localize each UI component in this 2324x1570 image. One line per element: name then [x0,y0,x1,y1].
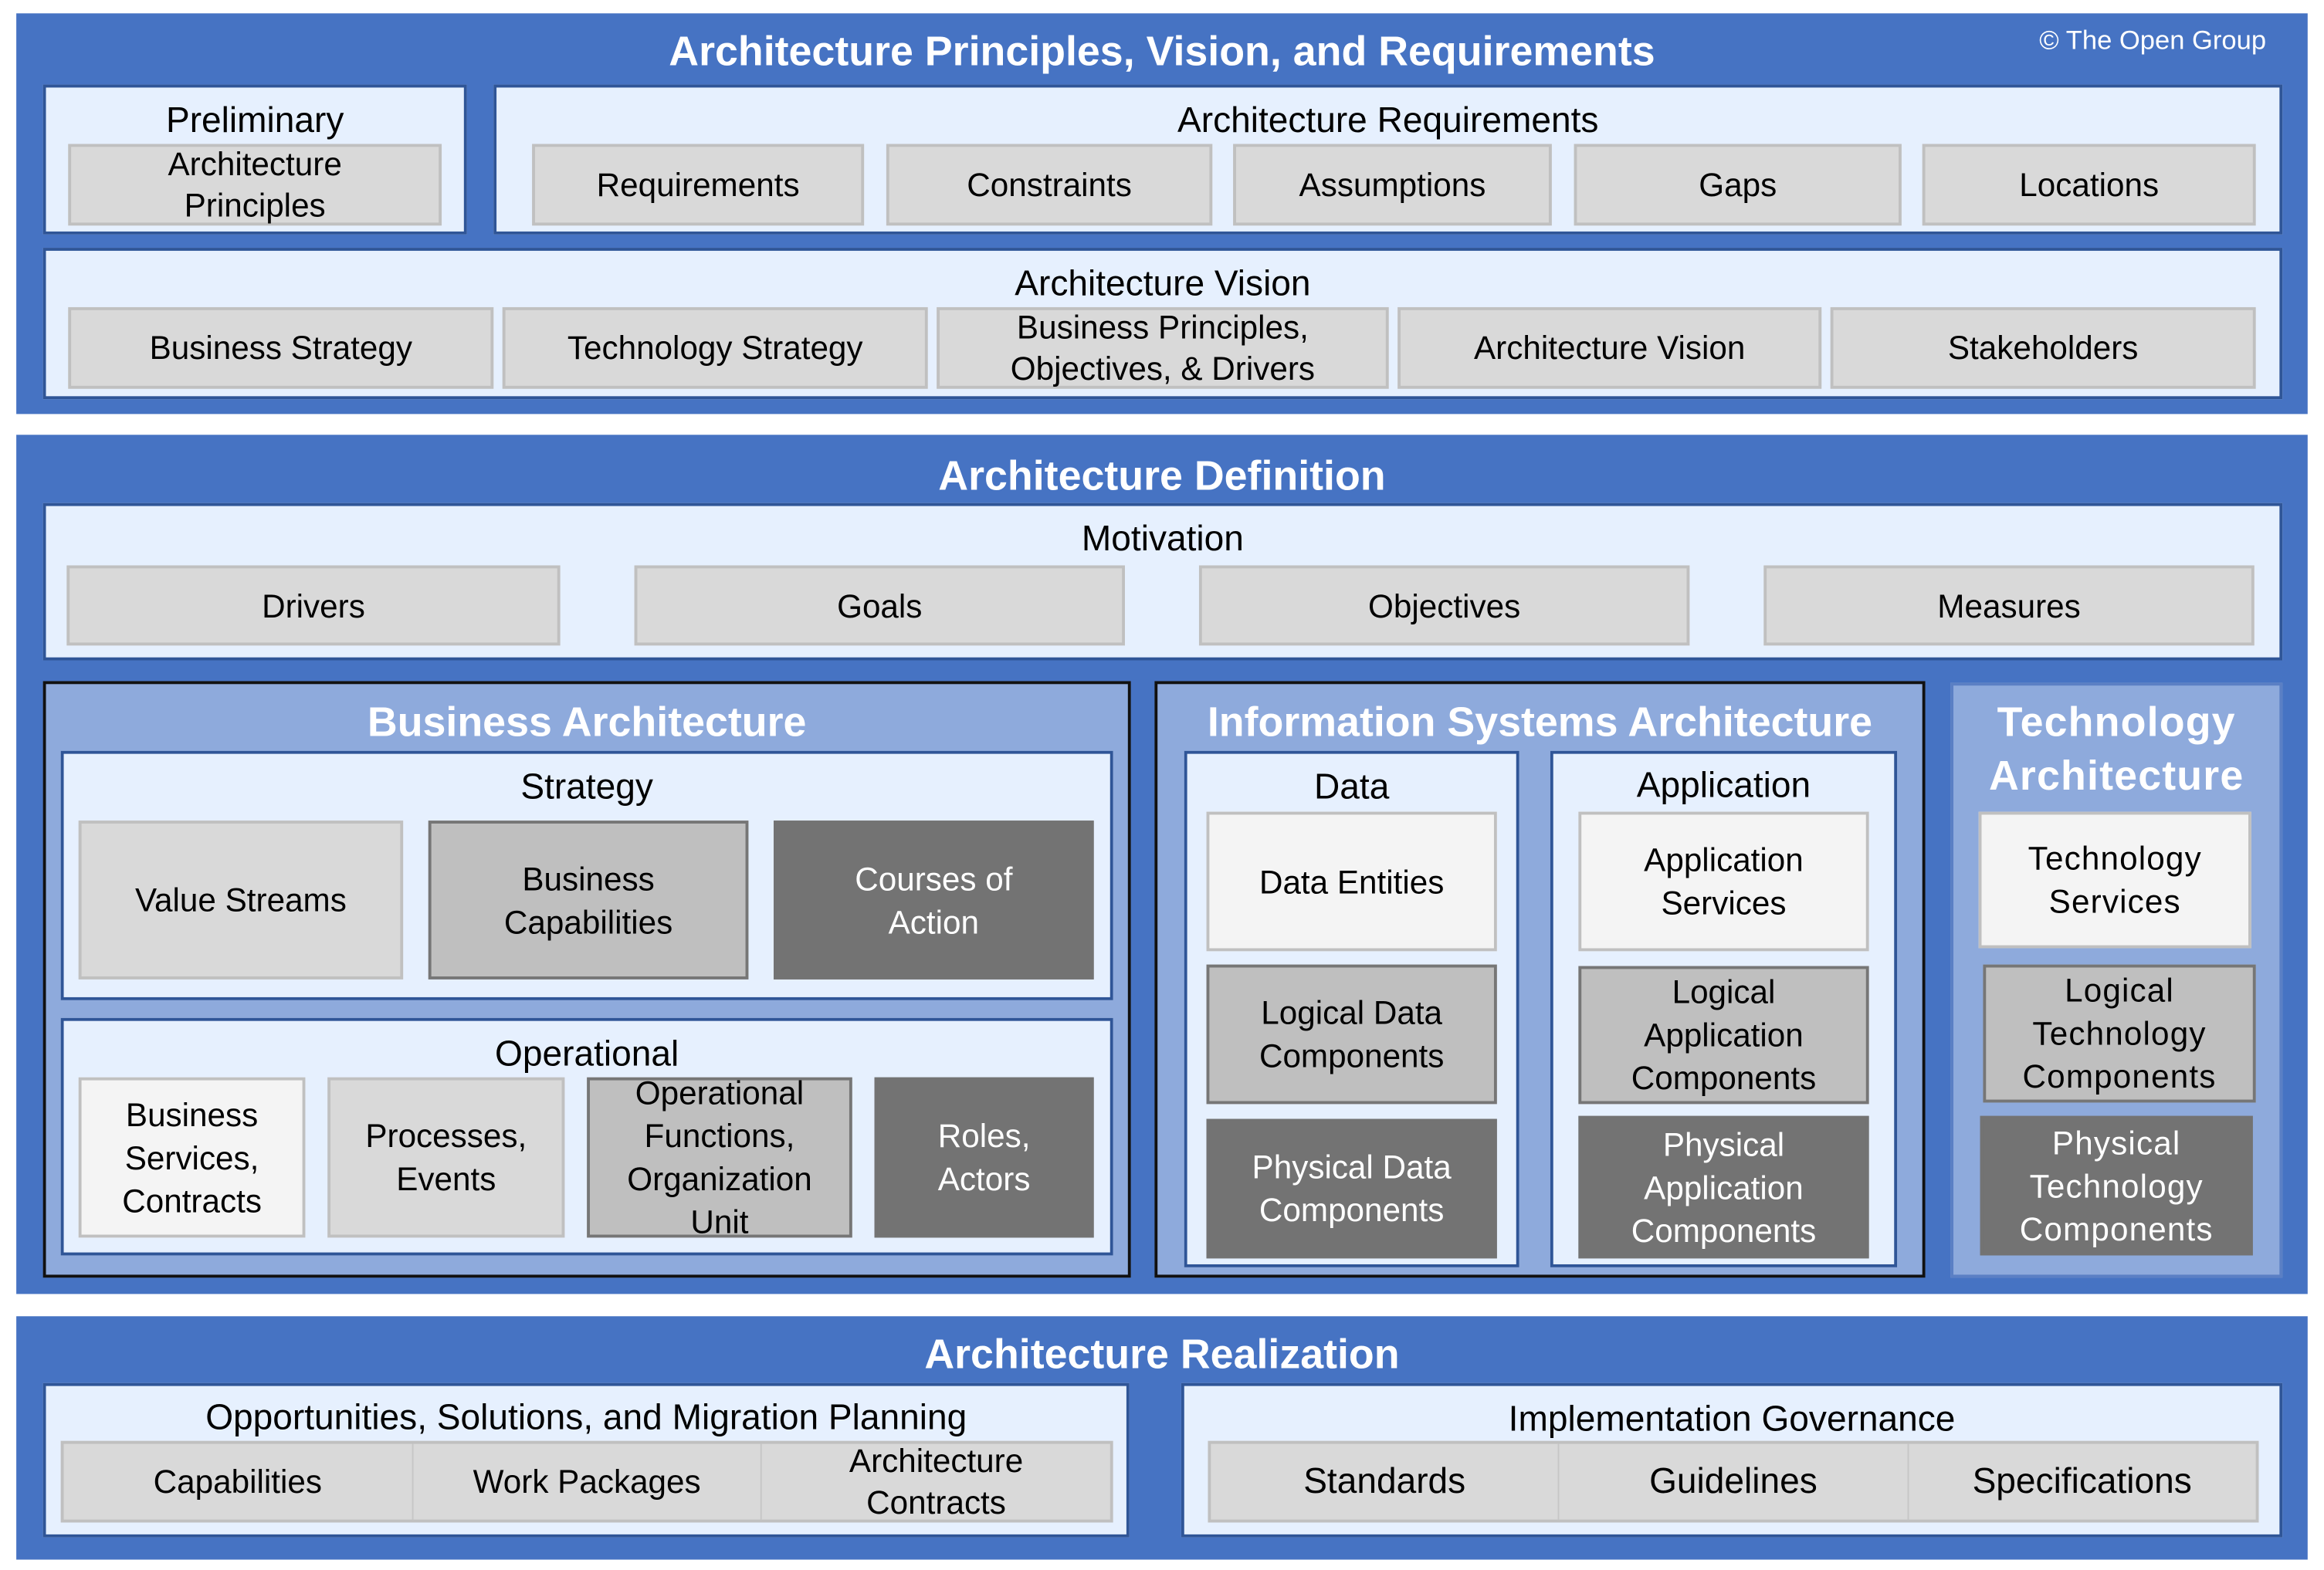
panel-label: Data [1313,766,1390,807]
panel-label: Opportunities, Solutions, and Migration … [205,1397,967,1438]
panel-information-systems-architecture: Information Systems Architecture Data Da… [1154,681,1926,1278]
box-assumptions: Assumptions [1233,144,1552,226]
box-courses-of-action: Courses of Action [774,821,1094,980]
box-architecture-vision: Architecture Vision [1397,306,1822,389]
panel-data: Data Data Entities Logical Data Componen… [1184,750,1519,1267]
box-physical-data-components: Physical Data Components [1206,1118,1497,1259]
box-technology-strategy: Technology Strategy [502,306,928,389]
box-logical-technology-components: Logical Technology Components [1983,964,2256,1103]
panel-operational: Operational Business Services, Contracts… [60,1017,1113,1256]
box-constraints: Constraints [886,144,1213,226]
box-logical-application-components: Logical Application Components [1578,966,1869,1105]
togaf-content-framework-diagram: Architecture Principles, Vision, and Req… [0,0,2324,1570]
panel-label: Strategy [520,766,653,807]
section-title: Architecture Definition [938,452,1386,499]
box-business-strategy: Business Strategy [68,306,494,389]
subarch-title: Information Systems Architecture [1207,699,1873,746]
panel-label: Implementation Governance [1508,1399,1956,1440]
panel-strategy: Strategy Value Streams Business Capabili… [60,750,1113,1000]
opportunities-items-row: Capabilities Work Packages Architecture … [60,1440,1113,1523]
section-architecture-realization: Architecture Realization Opportunities, … [16,1316,2308,1560]
panel-label: Preliminary [165,100,344,141]
panel-motivation: Motivation Drivers Goals Objectives Meas… [42,502,2283,661]
copyright-notice: © The Open Group [2039,25,2267,56]
panel-technology-architecture: Technology Architecture Technology Servi… [1950,682,2283,1278]
panel-architecture-vision: Architecture Vision Business Strategy Te… [42,248,2283,400]
box-processes-events: Processes, Events [327,1077,565,1238]
panel-opportunities-solutions-migration: Opportunities, Solutions, and Migration … [42,1382,1130,1538]
panel-architecture-requirements: Architecture Requirements Requirements C… [493,84,2283,235]
box-business-services-contracts: Business Services, Contracts [78,1077,306,1238]
box-gaps: Gaps [1574,144,1902,226]
box-roles-actors: Roles, Actors [874,1077,1094,1238]
panel-label: Operational [495,1034,679,1074]
section-title: Architecture Principles, Vision, and Req… [669,28,1655,75]
box-standards: Standards [1211,1443,1560,1520]
box-goals: Goals [634,565,1125,646]
panel-business-architecture: Business Architecture Strategy Value Str… [42,681,1131,1278]
subarch-title: Business Architecture [367,699,807,746]
box-work-packages: Work Packages [413,1443,763,1520]
section-architecture-definition: Architecture Definition Motivation Drive… [16,435,2308,1294]
box-value-streams: Value Streams [78,821,404,980]
governance-items-row: Standards Guidelines Specifications [1208,1440,2259,1523]
box-business-principles-objectives-drivers: Business Principles, Objectives, & Drive… [937,306,1389,389]
box-application-services: Application Services [1578,811,1869,952]
panel-implementation-governance: Implementation Governance Standards Guid… [1181,1382,2283,1538]
box-architecture-principles: Architecture Principles [68,144,442,226]
box-logical-data-components: Logical Data Components [1206,964,1497,1105]
box-objectives: Objectives [1198,565,1690,646]
box-requirements: Requirements [532,144,865,226]
box-technology-services: Technology Services [1978,811,2251,949]
box-physical-application-components: Physical Application Components [1578,1115,1869,1259]
box-architecture-contracts: Architecture Contracts [849,1441,1024,1521]
panel-label: Motivation [1081,519,1244,560]
section-principles-vision-requirements: Architecture Principles, Vision, and Req… [16,13,2308,414]
panel-label: Architecture Vision [1015,264,1311,305]
box-locations: Locations [1922,144,2256,226]
panel-label: Architecture Requirements [1177,100,1599,141]
box-data-entities: Data Entities [1206,811,1497,952]
box-measures: Measures [1763,565,2255,646]
panel-label: Application [1636,766,1811,806]
box-specifications: Specifications [1972,1460,2192,1501]
box-operational-functions-organization-unit: Operational Functions, Organization Unit [587,1074,852,1240]
panel-application: Application Application Services Logical… [1550,750,1898,1267]
box-business-capabilities: Business Capabilities [428,821,749,980]
box-guidelines: Guidelines [1560,1443,1909,1520]
box-physical-technology-components: Physical Technology Components [1980,1115,2253,1256]
box-capabilities: Capabilities [64,1443,413,1520]
section-title: Architecture Realization [924,1331,1400,1378]
box-drivers: Drivers [66,565,561,646]
panel-preliminary: Preliminary Architecture Principles [42,84,467,235]
subarch-title: Technology Architecture [1988,699,2244,799]
box-stakeholders: Stakeholders [1830,306,2256,389]
